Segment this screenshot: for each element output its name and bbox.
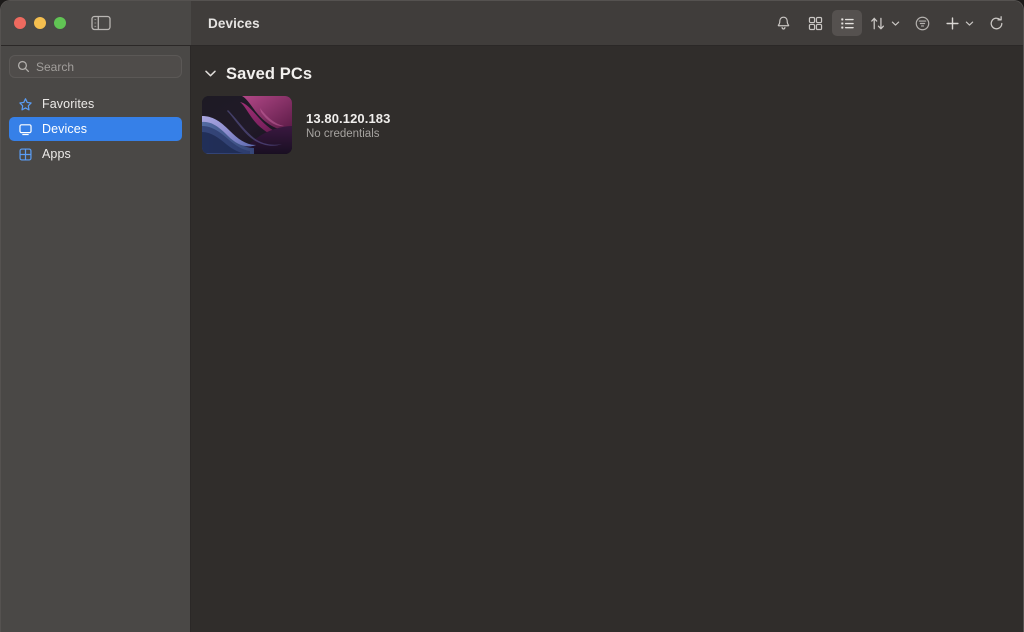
- group-header-saved-pcs[interactable]: Saved PCs: [191, 62, 1023, 86]
- grid-view-button[interactable]: [800, 10, 830, 36]
- add-button[interactable]: [939, 10, 979, 36]
- sidebar-item-favorites[interactable]: Favorites: [9, 92, 182, 116]
- list-view-icon: [840, 17, 854, 29]
- window-controls: [14, 17, 66, 29]
- sort-arrows-icon: [871, 17, 885, 29]
- monitor-icon: [17, 121, 33, 137]
- search-icon: [17, 60, 30, 73]
- star-icon: [17, 96, 33, 112]
- grid-view-icon: [808, 16, 822, 30]
- titlebar: Devices: [1, 1, 1023, 46]
- titlebar-main-section: Devices: [191, 1, 1023, 45]
- bell-icon: [777, 16, 789, 30]
- sort-button[interactable]: [864, 10, 905, 36]
- sidebar-item-label: Devices: [42, 122, 88, 136]
- zoom-button[interactable]: [54, 17, 66, 29]
- filter-circle-icon: [915, 16, 929, 30]
- chevron-down-icon[interactable]: [204, 65, 217, 83]
- sidebar-item-label: Favorites: [42, 97, 95, 111]
- chevron-down-icon: [891, 14, 900, 32]
- refresh-icon: [990, 15, 1002, 29]
- apps-grid-icon: [17, 146, 33, 162]
- main-content: Saved PCs 13.80.120.183 No credentials: [191, 46, 1023, 632]
- sidebar: Search Favorites Devices Apps: [1, 46, 191, 632]
- device-list: 13.80.120.183 No credentials: [191, 96, 1023, 154]
- group-title: Saved PCs: [226, 64, 313, 83]
- chevron-down-icon: [965, 14, 974, 32]
- search-input[interactable]: Search: [9, 55, 182, 78]
- sidebar-toggle-icon[interactable]: [90, 14, 112, 32]
- filter-button[interactable]: [907, 10, 937, 36]
- minimize-button[interactable]: [34, 17, 46, 29]
- list-item[interactable]: 13.80.120.183 No credentials: [191, 96, 1023, 154]
- device-info: 13.80.120.183 No credentials: [306, 111, 390, 140]
- notifications-button[interactable]: [768, 10, 798, 36]
- sidebar-item-label: Apps: [42, 147, 71, 161]
- plus-icon: [946, 16, 959, 30]
- sidebar-item-apps[interactable]: Apps: [9, 142, 182, 166]
- window-body: Search Favorites Devices Apps Saved PCs …: [1, 46, 1023, 632]
- sidebar-nav: Favorites Devices Apps: [9, 92, 182, 166]
- app-window: Devices Search Favorites Devices Apps Sa…: [0, 0, 1024, 632]
- search-placeholder: Search: [36, 59, 75, 74]
- device-thumbnail: [202, 96, 292, 154]
- device-credentials-status: No credentials: [306, 127, 380, 140]
- titlebar-left-section: [1, 1, 191, 45]
- toolbar: [768, 10, 1011, 36]
- close-button[interactable]: [14, 17, 26, 29]
- list-view-button[interactable]: [832, 10, 862, 36]
- sidebar-item-devices[interactable]: Devices: [9, 117, 182, 141]
- page-title: Devices: [208, 15, 260, 31]
- device-name: 13.80.120.183: [306, 110, 391, 126]
- refresh-button[interactable]: [981, 10, 1011, 36]
